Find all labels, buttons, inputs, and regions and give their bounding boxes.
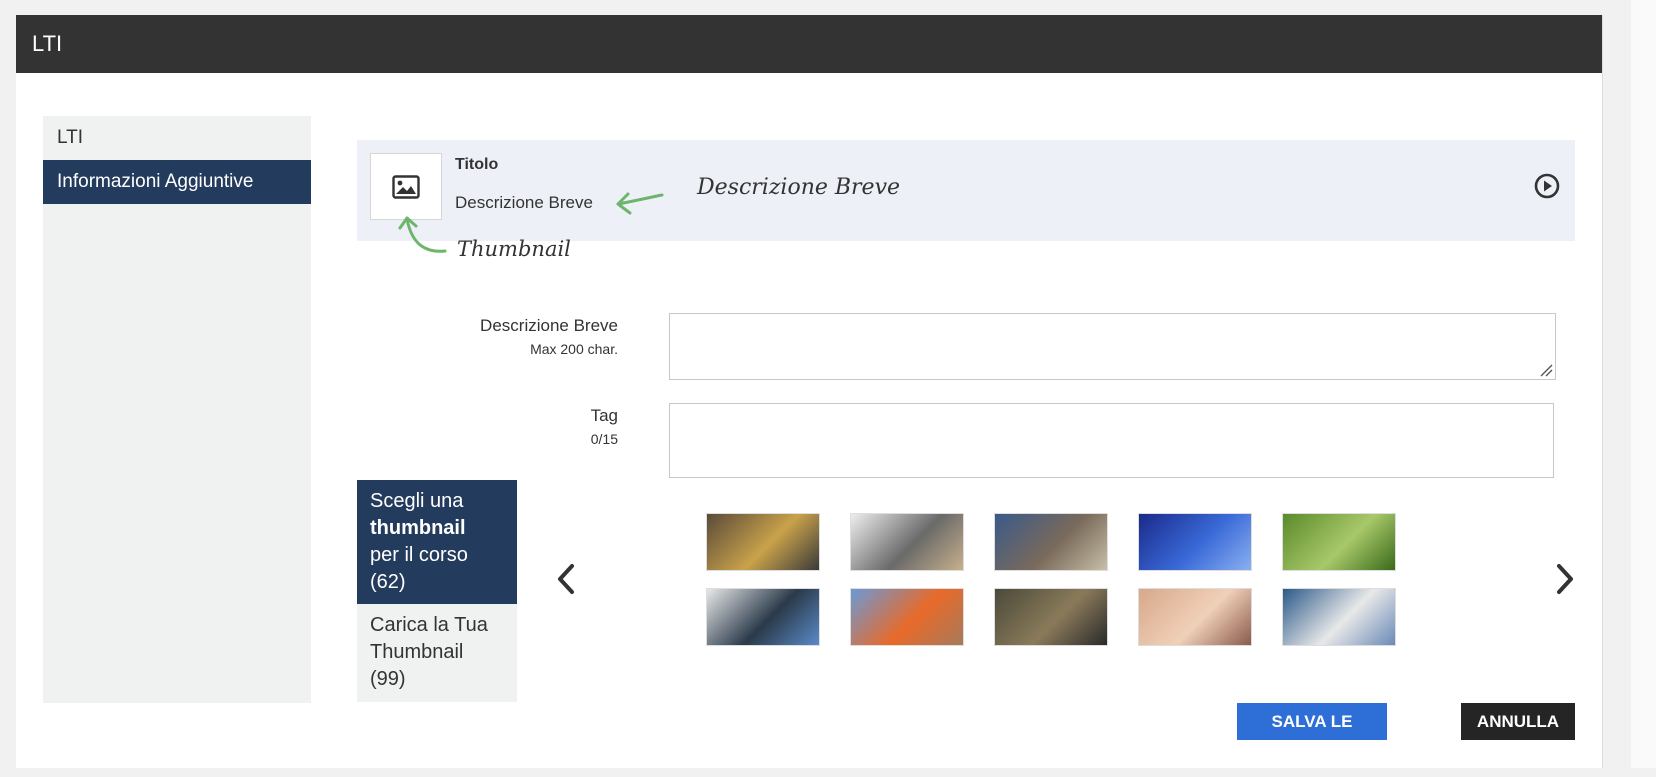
description-label-text: Descrizione Breve [480, 316, 618, 335]
description-textarea[interactable] [669, 313, 1556, 380]
tab-upload-thumbnail[interactable]: Carica la Tua Thumbnail (99) [357, 604, 517, 702]
coffee-thumbnail[interactable] [994, 513, 1108, 571]
sidebar-item-lti[interactable]: LTI [43, 116, 311, 160]
preview-title: Titolo [455, 156, 499, 173]
grass-thumbnail[interactable] [1282, 513, 1396, 571]
warehouse-thumbnail[interactable] [994, 588, 1108, 646]
classroom-thumbnail[interactable] [1282, 588, 1396, 646]
tab-upload-line1: Carica la Tua [370, 614, 488, 636]
tag-input[interactable] [669, 403, 1554, 478]
tag-field-label: Tag 0/15 [318, 406, 618, 447]
sidebar: LTI Informazioni Aggiuntive [43, 116, 311, 703]
save-button[interactable]: SALVA LE MODIFICHE [1237, 703, 1387, 768]
laptop-thumbnail[interactable] [850, 513, 964, 571]
thumbnail-source-tabs: Scegli una thumbnail per il corso (62) C… [357, 480, 517, 702]
tag-label-text: Tag [590, 406, 618, 425]
cancel-button[interactable]: ANNULLA [1461, 703, 1575, 740]
resize-handle-icon[interactable] [1539, 363, 1553, 377]
preview-thumbnail [370, 153, 442, 220]
play-circle-icon[interactable] [1534, 173, 1560, 199]
preview-description: Descrizione Breve [455, 193, 593, 212]
description-field-label: Descrizione Breve Max 200 char. [318, 316, 618, 357]
chevron-right-icon[interactable] [1553, 562, 1577, 596]
doctors-thumbnail[interactable] [706, 588, 820, 646]
tab-upload-count: (99) [370, 668, 406, 690]
face-thumbnail[interactable] [1138, 588, 1252, 646]
tab-choose-thumbnail[interactable]: Scegli una thumbnail per il corso (62) [357, 480, 517, 604]
engineer-thumbnail[interactable] [850, 588, 964, 646]
annotation-thumbnail-label: Thumbnail [457, 237, 571, 261]
page-scrollbar[interactable] [1631, 0, 1656, 768]
chevron-left-icon[interactable] [554, 562, 578, 596]
tab-choose-line1: Scegli una [370, 490, 464, 512]
tab-choose-bold: thumbnail [370, 517, 466, 539]
chart-thumbnail[interactable] [1138, 513, 1252, 571]
modal-title: LTI [16, 15, 1602, 73]
tag-hint: 0/15 [590, 431, 618, 447]
course-preview-card: Titolo Descrizione Breve [357, 140, 1575, 241]
workers-thumbnail[interactable] [706, 513, 820, 571]
image-icon [392, 174, 420, 199]
annotation-description-label: Descrizione Breve [697, 175, 901, 200]
thumbnail-gallery [706, 513, 1406, 647]
tab-choose-count: (62) [370, 571, 406, 593]
tab-upload-line2: Thumbnail [370, 641, 464, 663]
description-hint: Max 200 char. [530, 341, 618, 357]
sidebar-item-informazioni-aggiuntive[interactable]: Informazioni Aggiuntive [43, 160, 311, 204]
tab-choose-line3: per il corso [370, 544, 468, 566]
arrow-to-description-icon [616, 192, 664, 215]
arrow-to-thumbnail-icon [398, 216, 447, 253]
